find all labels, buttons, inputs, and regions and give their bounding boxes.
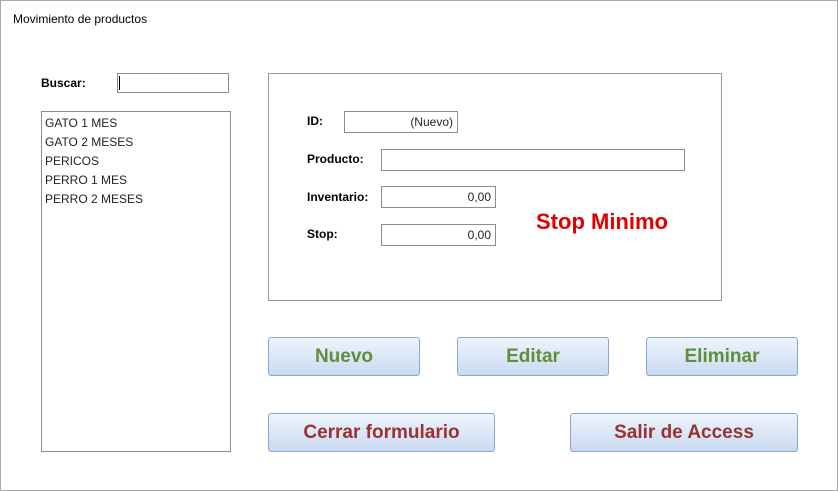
list-item[interactable]: PERICOS (45, 152, 227, 171)
id-field[interactable]: (Nuevo) (344, 111, 458, 133)
inventario-label: Inventario: (307, 190, 369, 204)
cerrar-formulario-button[interactable]: Cerrar formulario (268, 413, 495, 452)
text-caret (119, 76, 120, 90)
search-label: Buscar: (41, 76, 86, 90)
eliminar-button[interactable]: Eliminar (646, 337, 798, 376)
list-item[interactable]: PERRO 2 MESES (45, 190, 227, 209)
inventario-field[interactable]: 0,00 (381, 186, 496, 208)
producto-label: Producto: (307, 152, 364, 166)
form-title: Movimiento de productos (13, 12, 148, 26)
editar-button[interactable]: Editar (457, 337, 609, 376)
stop-field[interactable]: 0,00 (381, 224, 496, 246)
salir-de-access-button[interactable]: Salir de Access (570, 413, 798, 452)
form-window: Movimiento de productos Buscar: GATO 1 M… (0, 0, 838, 491)
list-item[interactable]: GATO 1 MES (45, 114, 227, 133)
nuevo-button[interactable]: Nuevo (268, 337, 420, 376)
stop-minimo-warning: Stop Minimo (536, 209, 668, 234)
list-item[interactable]: GATO 2 MESES (45, 133, 227, 152)
search-input[interactable] (117, 73, 229, 93)
producto-field[interactable] (381, 149, 685, 171)
product-list[interactable]: GATO 1 MES GATO 2 MESES PERICOS PERRO 1 … (41, 111, 231, 452)
list-item[interactable]: PERRO 1 MES (45, 171, 227, 190)
stop-label: Stop: (307, 227, 338, 241)
id-label: ID: (307, 114, 323, 128)
